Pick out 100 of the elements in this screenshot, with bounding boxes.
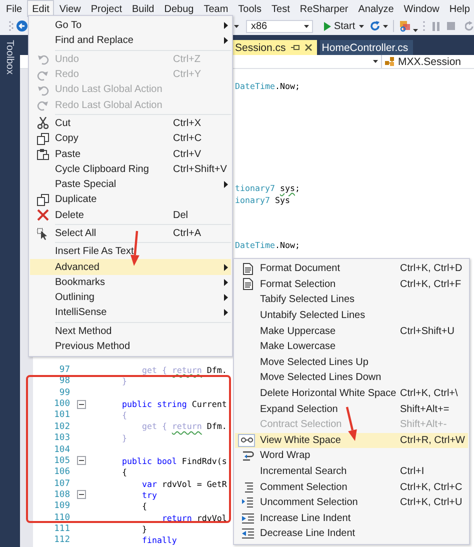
line-number: 108 <box>53 490 71 500</box>
code-line: var rdvVol = GetR <box>140 478 227 489</box>
caret-icon[interactable] <box>234 24 239 28</box>
collapse-icon[interactable] <box>76 490 86 500</box>
start-button[interactable]: Start <box>322 20 358 32</box>
file-tab[interactable]: HomeController.cs <box>320 40 414 55</box>
indent-icon <box>242 512 254 524</box>
code-line: { <box>120 410 127 420</box>
caret-icon <box>304 24 309 28</box>
menu-item[interactable]: Bookmarks <box>30 274 231 290</box>
line-number: 111 <box>53 524 71 534</box>
menu-item[interactable]: Move Selected Lines Down <box>235 370 468 386</box>
menu-item[interactable]: Tabify Selected Lines <box>235 292 468 308</box>
pin-icon[interactable] <box>290 44 300 51</box>
menu-item[interactable]: Outlining <box>30 290 231 306</box>
copy-icon <box>36 132 48 145</box>
undo-icon <box>36 53 48 66</box>
back-icon[interactable] <box>16 20 28 32</box>
delete-icon <box>36 209 48 222</box>
menu-bar-item[interactable]: ReSharper <box>294 0 354 17</box>
find-icon[interactable] <box>399 20 411 32</box>
menu-bar-item[interactable]: Analyze <box>353 0 399 17</box>
menu-bar-item[interactable]: Test <box>266 0 295 17</box>
shortcut-text: Ctrl+K, Ctrl+C <box>400 482 462 493</box>
line-number: 107 <box>53 478 71 489</box>
menu-item[interactable]: IntelliSense <box>30 305 231 321</box>
menu-item[interactable]: Expand Selection Shift+Alt+= <box>235 401 468 417</box>
menu-item[interactable]: Insert File As Text <box>30 244 231 260</box>
menu-bar-item[interactable]: Project <box>86 0 127 17</box>
close-icon[interactable] <box>304 44 312 51</box>
menu-item[interactable]: Next Method <box>30 324 231 339</box>
menu-item[interactable]: Delete Del <box>30 208 231 223</box>
shortcut-text: Ctrl+Y <box>173 69 202 80</box>
menu-item[interactable]: Word Wrap <box>235 448 468 464</box>
menu-bar-item[interactable]: View <box>54 0 86 17</box>
menu-bar-item[interactable]: Team <box>198 0 234 17</box>
shortcut-text: Ctrl+C <box>173 133 203 144</box>
code-line: } <box>120 433 127 444</box>
menu-bar-item[interactable]: Tools <box>233 0 267 17</box>
platform-dropdown[interactable]: x86 <box>246 20 313 32</box>
line-number: 102 <box>53 422 71 432</box>
line-number: 109 <box>53 501 71 512</box>
line-number: 100 <box>53 399 71 410</box>
code-line: { <box>140 501 147 512</box>
collapse-icon[interactable] <box>76 456 86 466</box>
menu-item[interactable]: Delete Horizontal White Space Ctrl+K, Ctrl+\ <box>235 386 468 402</box>
menu-bar-item[interactable]: Debug <box>159 0 199 17</box>
shortcut-text: Ctrl+K, Ctrl+D <box>400 263 462 274</box>
menu-item[interactable]: Format Document Ctrl+K, Ctrl+D <box>235 261 468 277</box>
menu-item[interactable]: Duplicate <box>30 192 231 208</box>
menu-item[interactable]: Make Uppercase Ctrl+Shift+U <box>235 323 468 339</box>
menu-item[interactable]: Move Selected Lines Up <box>235 354 468 370</box>
caret-icon[interactable] <box>413 28 418 32</box>
menu-item[interactable]: Paste Ctrl+V <box>30 146 231 162</box>
code-line: DateTime.Now; <box>235 240 300 250</box>
line-number: 97 <box>58 365 71 376</box>
menu-item[interactable]: Incremental Search Ctrl+I <box>235 464 468 480</box>
menu-bar-item[interactable]: Build <box>126 0 160 17</box>
menu-item[interactable]: Copy Ctrl+C <box>30 131 231 146</box>
clipboard-icon <box>36 148 48 160</box>
caret-icon[interactable] <box>383 24 388 28</box>
code-line: get { return Dfm. <box>140 364 227 376</box>
outdent-icon <box>242 528 254 540</box>
menu-item[interactable]: Format Selection Ctrl+K, Ctrl+F <box>235 276 468 292</box>
menu-item[interactable]: Cycle Clipboard Ring Ctrl+Shift+V <box>30 162 231 177</box>
code-line: ionary7 Sys <box>235 194 290 205</box>
menu-item[interactable]: Make Lowercase <box>235 338 468 355</box>
code-line: return rdvVol <box>160 512 227 523</box>
collapse-icon[interactable] <box>76 400 86 409</box>
menu-item[interactable]: Advanced <box>30 259 231 275</box>
menu-item[interactable]: View White Space Ctrl+R, Ctrl+W <box>235 432 468 448</box>
caret-icon[interactable] <box>359 24 364 28</box>
member-dropdown[interactable]: MXX.Session <box>382 55 474 68</box>
toolbox-tab[interactable]: Toolbox <box>4 38 15 76</box>
menu-item[interactable]: Decrease Line Indent <box>235 526 468 542</box>
menu-item[interactable]: Find and Replace <box>30 33 231 49</box>
menu-item[interactable]: Untabify Selected Lines <box>235 308 468 324</box>
refresh-icon[interactable] <box>370 21 380 31</box>
menu-item[interactable]: Previous Method <box>30 338 231 354</box>
line-number: 105 <box>53 456 71 466</box>
menu-item[interactable]: Increase Line Indent <box>235 510 468 526</box>
menu-item[interactable]: Select All Ctrl+A <box>30 226 231 242</box>
line-number: 104 <box>53 444 71 455</box>
menu-bar-item[interactable]: Help <box>444 0 474 17</box>
menu-item[interactable]: Uncomment Selection Ctrl+K, Ctrl+U <box>235 494 468 510</box>
menu-item[interactable]: Paste Special <box>30 176 231 192</box>
menu-bar-item[interactable]: File <box>1 0 28 17</box>
file-tab[interactable]: Session.cs <box>233 40 317 55</box>
lines-arrow-icon <box>242 497 254 508</box>
restart-icon[interactable] <box>465 21 474 31</box>
menu-bar-item[interactable]: Window <box>398 0 444 17</box>
shortcut-text: Ctrl+K, Ctrl+\ <box>400 388 458 400</box>
menu-item[interactable]: Go To <box>30 18 231 34</box>
code-line: public bool FindRdv(s <box>120 456 227 466</box>
line-number: 106 <box>53 467 71 478</box>
copy-icon <box>36 194 48 206</box>
menu-item[interactable]: Comment Selection Ctrl+K, Ctrl+C <box>235 479 468 495</box>
menu-item[interactable]: Cut Ctrl+X <box>30 116 231 132</box>
wrap-icon <box>242 450 254 462</box>
shortcut-text: Ctrl+K, Ctrl+U <box>400 497 462 508</box>
